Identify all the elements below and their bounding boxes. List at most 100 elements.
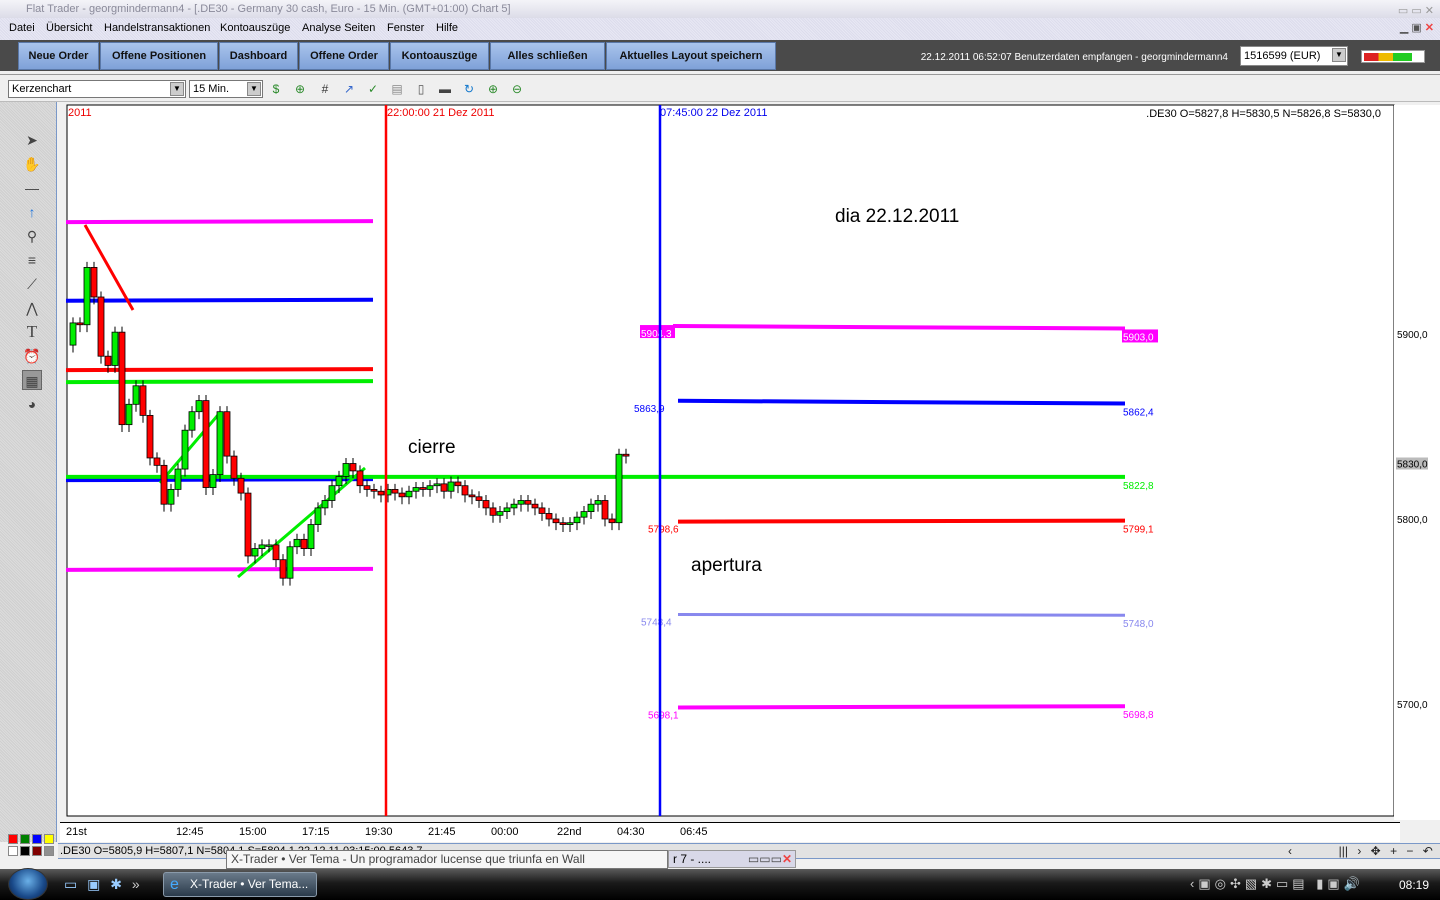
candle-body: [174, 468, 182, 490]
candle-body: [496, 511, 504, 516]
prior-level-line: [65, 297, 374, 303]
tooltip: X-Trader • Ver Tema - Un programador luc…: [226, 850, 668, 883]
candle-body: [545, 513, 553, 520]
marker-label-close: 22:00:00 21 Dez 2011: [387, 107, 494, 119]
minimized-window[interactable]: r 7 - .... ▭▭▭✕: [668, 850, 796, 868]
candle-body: [594, 500, 602, 505]
candle-body: [328, 485, 336, 501]
candle-body: [615, 453, 623, 524]
level-start-label: 5698,1: [648, 711, 679, 722]
prior-level-line: [65, 219, 374, 225]
candle-body: [559, 522, 567, 525]
candle-body: [195, 400, 203, 413]
candle-body: [349, 463, 357, 472]
candle-body: [314, 507, 322, 525]
candle-body: [524, 500, 532, 505]
candle-body: [489, 507, 497, 516]
candle-body: [370, 488, 378, 492]
marker-label-open: 07:45:00 22 Dez 2011: [660, 107, 767, 119]
time-tick: 15:00: [239, 826, 267, 838]
candle-body: [321, 500, 329, 509]
candle-body: [139, 385, 147, 416]
level-line: [672, 324, 1126, 331]
chart-nav-controls[interactable]: ‹ ||| › ✥ + − ↶: [1288, 844, 1433, 858]
price-chart[interactable]: 5904,3 5903,05863,9 5862,45822,85798,6 5799…: [0, 0, 1440, 822]
level-line: [677, 398, 1126, 406]
candle-body: [538, 507, 546, 514]
candle-body: [335, 476, 343, 487]
candle-body: [90, 266, 98, 298]
color-swatch[interactable]: [20, 846, 30, 856]
candle-body: [76, 322, 84, 326]
candle-body: [230, 455, 238, 479]
candle-body: [391, 488, 399, 494]
level-start-label: 5904,3: [641, 329, 672, 340]
candle-body: [405, 490, 413, 498]
candle-body: [118, 331, 126, 426]
price-tick: 5900,0: [1397, 330, 1428, 341]
candle-body: [503, 507, 511, 512]
candle-body: [440, 483, 448, 492]
candle-body: [447, 481, 455, 492]
candle-body: [426, 485, 434, 490]
candle-body: [111, 331, 119, 366]
candle-body: [587, 503, 595, 513]
candle-body: [286, 546, 294, 579]
minimized-window-title: r 7 - ....: [673, 852, 712, 866]
taskbar-task-browser[interactable]: e X-Trader • Ver Tema...: [163, 872, 317, 897]
quick-launch-icons[interactable]: ▭ ▣ ✱ »: [64, 876, 140, 893]
time-axis: 21st 12:45 15:00 17:15 19:30 21:45 00:00 22nd 04…: [60, 822, 1400, 842]
clock: 08:19: [1399, 878, 1430, 892]
candle-body: [454, 481, 462, 487]
color-swatch[interactable]: [32, 834, 42, 844]
candle-body: [293, 538, 301, 548]
candle-body: [461, 485, 469, 496]
candle-body: [216, 411, 224, 476]
time-tick: 22nd: [557, 826, 582, 838]
candle-body: [433, 483, 441, 487]
task-label: X-Trader • Ver Tema...: [190, 877, 309, 891]
color-swatch[interactable]: [44, 834, 54, 844]
time-tick: 17:15: [302, 826, 330, 838]
candle-body: [566, 522, 574, 525]
level-end-label: 5862,4: [1123, 408, 1154, 419]
symbol-ohlc: .DE30 O=5827,8 H=5830,5 N=5826,8 S=5830,…: [1146, 108, 1381, 120]
candle-body: [69, 322, 77, 346]
color-swatch[interactable]: [32, 846, 42, 856]
candle-body: [125, 403, 133, 426]
candle-body: [167, 488, 175, 505]
candle-body: [419, 487, 427, 490]
time-tick: 00:00: [491, 826, 519, 838]
level-end-label: 5903,0: [1123, 332, 1154, 343]
candle-body: [223, 411, 231, 457]
level-line: [677, 704, 1126, 710]
candle-body: [475, 496, 483, 501]
candle-body: [510, 503, 518, 509]
candle-body: [552, 518, 560, 524]
candle-body: [160, 464, 168, 505]
candle-body: [265, 544, 273, 547]
color-swatch[interactable]: [44, 846, 54, 856]
level-end-label: 5799,1: [1123, 525, 1154, 536]
candle-body: [258, 544, 266, 550]
color-swatch[interactable]: [8, 846, 18, 856]
start-button[interactable]: [8, 868, 48, 900]
candle-body: [272, 544, 280, 561]
price-tick: 5830,0: [1397, 460, 1428, 471]
year-label: 2011: [68, 107, 92, 119]
candle-body: [580, 511, 588, 518]
system-tray-icons[interactable]: ‹▣◎✣▧✱▭▤ ▮▣🔊: [1190, 876, 1364, 892]
level-line: [677, 518, 1126, 524]
candle-body: [531, 503, 539, 509]
candle-body: [363, 485, 371, 490]
prior-level-line: [65, 566, 374, 572]
color-swatch[interactable]: [20, 834, 30, 844]
level-line: [677, 612, 1126, 617]
level-start-label: 5798,6: [648, 525, 679, 536]
candle-body: [517, 500, 525, 505]
candle-body: [412, 487, 420, 492]
color-swatch[interactable]: [8, 834, 18, 844]
time-tick: 04:30: [617, 826, 645, 838]
candle-body: [132, 385, 140, 405]
candle-body: [342, 463, 350, 477]
